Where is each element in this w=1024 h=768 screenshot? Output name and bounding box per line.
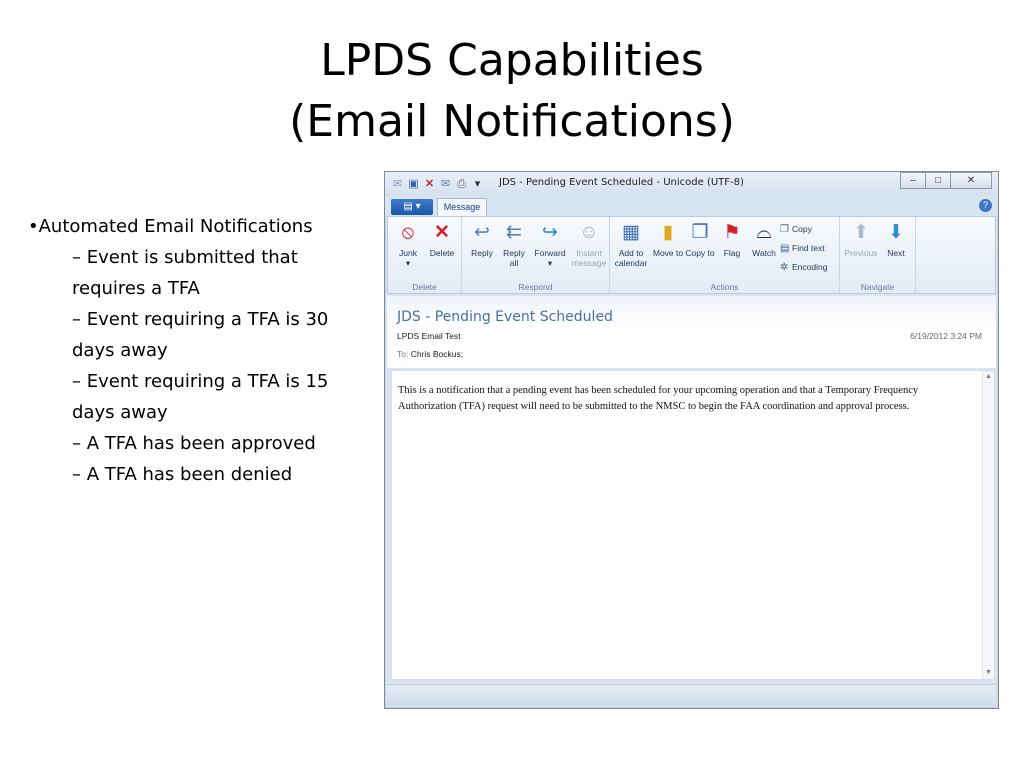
message-sender[interactable]: LPDS Email Test [397,331,461,341]
file-menu-button[interactable]: ▤ ▾ [391,199,433,215]
vertical-scrollbar[interactable]: ▲ ▼ [982,371,994,679]
group-label-actions: Actions [710,282,739,292]
bullet-main: •Automated Email Notifications [28,216,313,237]
encoding-button[interactable]: ✲ Encoding [780,259,827,278]
copy-icon: ❐ [780,224,789,235]
message-body-text: This is a notification that a pending ev… [398,385,919,412]
reply-button[interactable]: ↩ Reply [466,221,498,258]
actions-small-buttons: ❐ Copy ▤ Find text ✲ Encoding [780,221,827,278]
instant-message-button[interactable]: ☺ Instant message [570,221,608,268]
glasses-icon: ⌓ [756,222,772,243]
title-bar: ✉ ▣ ✕ ✉ ⎙ ▾ JDS - Pending Event Schedule… [385,172,998,196]
slide-title: LPDS Capabilities (Email Notifications) [0,30,1024,152]
reply-icon: ↩ [474,222,490,243]
close-button[interactable]: ✕ [950,172,992,189]
window-controls: – □ ✕ [900,172,992,189]
status-bar [387,684,996,706]
calendar-icon: ▦ [622,222,640,243]
group-label-respond: Respond [518,282,553,292]
folder-move-icon: ▮ [662,222,674,243]
print-icon[interactable]: ⎙ [455,178,468,191]
flag-button[interactable]: ⚑ Flag [716,221,748,258]
delete-x-icon[interactable]: ✕ [423,178,436,191]
quick-access-toolbar: ✉ ▣ ✕ ✉ ⎙ ▾ [391,176,484,192]
to-label: To: [397,349,409,359]
tab-message[interactable]: Message [437,198,487,216]
delete-button[interactable]: ✕ Delete [426,221,458,258]
ribbon-group-delete: ⦸ Junk ▾ ✕ Delete Delete [388,217,462,293]
copy-doc-icon: ❐ [691,222,709,243]
ribbon-tab-row: ▤ ▾ Message ? [385,196,998,216]
move-to-button[interactable]: ▮ Move to [652,221,684,258]
minimize-button[interactable]: – [900,172,926,189]
delete-x-icon: ✕ [434,222,450,243]
find-text-button[interactable]: ▤ Find text [780,240,827,259]
sub-bullet-15-days: – Event requiring a TFA is 15 days away [72,371,329,423]
junk-button[interactable]: ⦸ Junk ▾ [392,221,424,268]
ribbon: ⦸ Junk ▾ ✕ Delete Delete ↩ Reply ⇇ Reply … [387,216,996,294]
save-icon[interactable]: ▣ [407,178,420,191]
customize-dropdown-icon[interactable]: ▾ [471,178,484,191]
add-to-calendar-button[interactable]: ▦ Add to calendar [612,221,650,268]
sub-bullet-30-days: – Event requiring a TFA is 30 days away [72,309,329,361]
reply-all-icon: ⇇ [506,222,522,243]
junk-mail-icon[interactable]: ✉ [439,178,452,191]
group-label-navigate: Navigate [860,282,895,292]
forward-icon: ↪ [542,222,558,243]
to-recipient[interactable]: Chris Bockus; [411,349,463,359]
sub-bullet-submitted: – Event is submitted that requires a TFA [72,247,298,299]
find-icon: ▤ [780,243,790,254]
flag-icon: ⚑ [723,222,741,243]
block-icon: ⦸ [401,222,415,243]
scroll-up-icon[interactable]: ▲ [983,371,994,383]
ribbon-group-respond: ↩ Reply ⇇ Reply all ↪ Forward ▾ ☺ Instant… [462,217,610,293]
envelope-icon[interactable]: ✉ [391,178,404,191]
next-button[interactable]: ⬇ Next [880,221,912,258]
person-icon: ☺ [579,222,599,243]
watch-button[interactable]: ⌓ Watch [748,221,780,258]
message-date: 6/19/2012 3:24 PM [910,331,982,341]
encoding-icon: ✲ [780,262,789,273]
email-window: ✉ ▣ ✕ ✉ ⎙ ▾ JDS - Pending Event Schedule… [384,171,999,709]
bullet-list: •Automated Email Notifications – Event i… [28,211,368,490]
message-to: To: Chris Bockus; [397,349,463,359]
ribbon-group-navigate: ⬆ Previous ⬇ Next Navigate [840,217,916,293]
sub-bullet-denied: – A TFA has been denied [72,464,293,485]
copy-button[interactable]: ❐ Copy [780,221,827,240]
message-header: JDS - Pending Event Scheduled LPDS Email… [387,296,996,368]
slide-title-line1: LPDS Capabilities [320,35,704,86]
reply-all-button[interactable]: ⇇ Reply all [498,221,530,268]
message-body[interactable]: This is a notification that a pending ev… [391,370,995,680]
scroll-down-icon[interactable]: ▼ [983,667,994,679]
up-arrow-icon: ⬆ [853,222,869,243]
copy-to-button[interactable]: ❐ Copy to [684,221,716,258]
down-arrow-icon: ⬇ [888,222,904,243]
slide-title-line2: (Email Notifications) [289,96,735,147]
window-title: JDS - Pending Event Scheduled - Unicode … [499,177,744,188]
forward-button[interactable]: ↪ Forward ▾ [532,221,568,268]
previous-button[interactable]: ⬆ Previous [842,221,880,258]
sub-bullet-approved: – A TFA has been approved [72,433,316,454]
sub-bullet-list: – Event is submitted that requires a TFA… [28,242,368,490]
message-subject: JDS - Pending Event Scheduled [397,309,613,325]
help-icon[interactable]: ? [979,199,992,212]
group-label-delete: Delete [412,282,437,292]
maximize-button[interactable]: □ [925,172,951,189]
